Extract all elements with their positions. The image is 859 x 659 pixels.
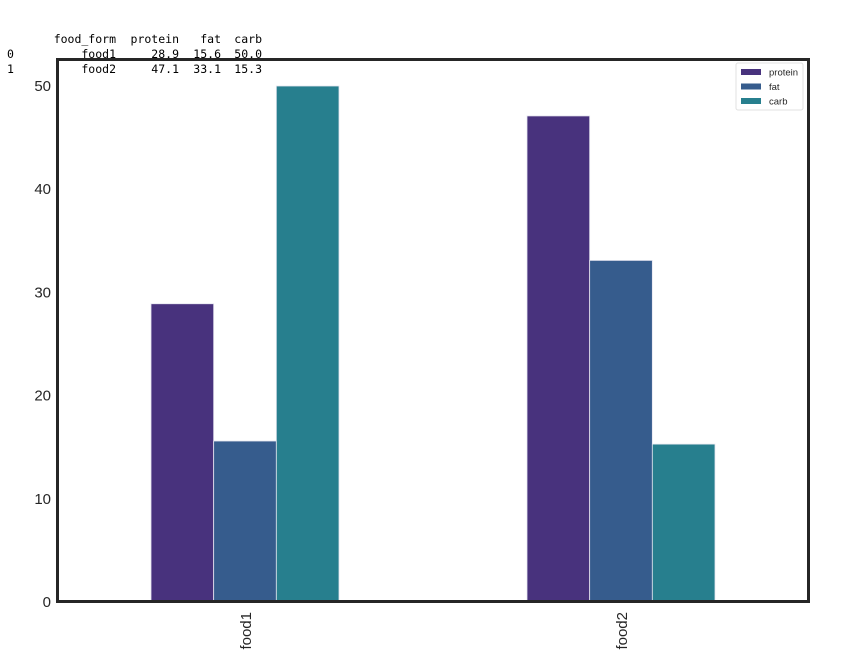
y-tick-label: 0: [43, 594, 51, 611]
bar-protein-food1: [150, 303, 215, 603]
bar-protein-food2: [526, 115, 591, 603]
bar-carb-food1: [275, 85, 340, 603]
legend-swatch-protein: [741, 69, 761, 75]
y-tick-label: 30: [34, 284, 51, 301]
bar-fat-food2: [589, 260, 653, 603]
legend-label-fat: fat: [769, 82, 780, 93]
x-axis: food1 food2: [238, 612, 631, 650]
y-tick-label: 10: [34, 491, 51, 508]
legend-swatch-fat: [741, 83, 761, 90]
bar-carb-food2: [651, 443, 716, 603]
x-tick-label: food1: [238, 612, 255, 650]
bar-chart: 0 10 20 30 40 50 food1 food2 protein fat carb: [34, 58, 810, 650]
bars-group: [150, 85, 716, 603]
y-tick-label: 40: [34, 181, 51, 198]
legend-label-carb: carb: [769, 97, 787, 108]
y-tick-label: 20: [34, 388, 51, 405]
x-tick-label: food2: [614, 612, 631, 650]
legend-label-protein: protein: [769, 68, 798, 79]
legend-swatch-carb: [741, 98, 761, 104]
y-tick-label: 50: [34, 78, 51, 95]
bar-fat-food1: [213, 440, 277, 603]
legend: protein fat carb: [735, 62, 804, 111]
y-axis: 0 10 20 30 40 50: [34, 78, 51, 611]
